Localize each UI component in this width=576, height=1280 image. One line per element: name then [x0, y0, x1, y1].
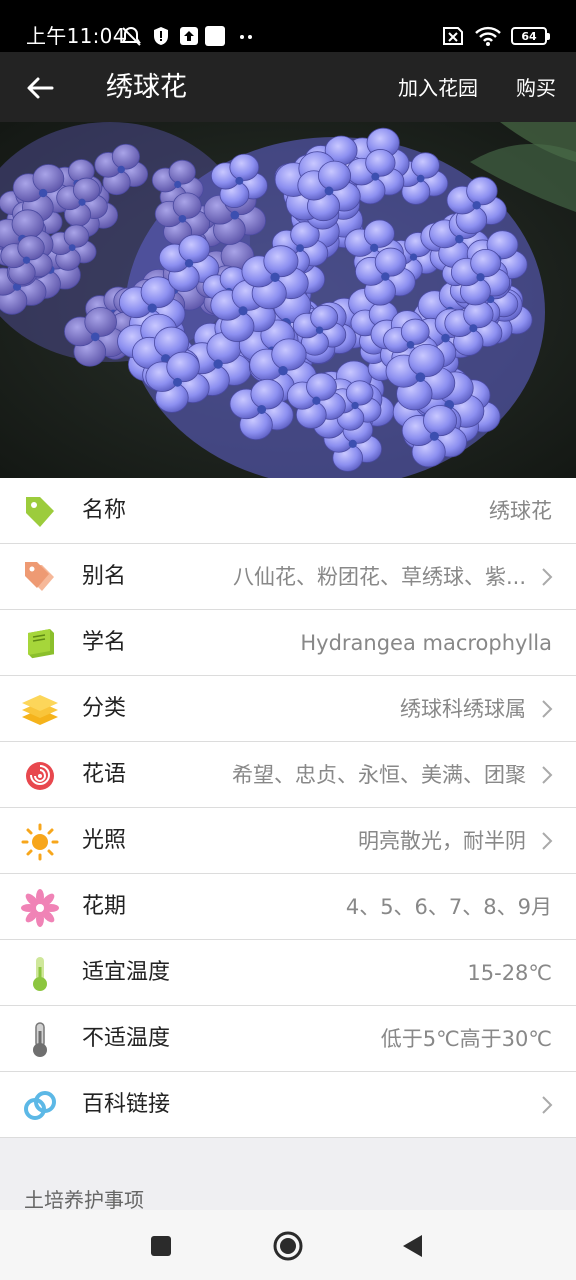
info-row-alias[interactable]: 别名 八仙花、粉团花、草绣球、紫...	[0, 544, 576, 610]
plant-info-list: 名称 绣球花 别名 八仙花、粉团花、草绣球、紫... 学名 Hydrangea …	[0, 478, 576, 1138]
info-value: 八仙花、粉团花、草绣球、紫...	[232, 565, 526, 589]
thermometer-gray-icon	[33, 1022, 47, 1057]
sun-icon	[21, 823, 59, 861]
info-row-wiki-link[interactable]: 百科链接	[0, 1072, 576, 1138]
info-label: 分类	[82, 696, 127, 721]
home-icon[interactable]	[272, 1230, 304, 1262]
info-row-category[interactable]: 分类 绣球科绣球属	[0, 676, 576, 742]
page-title: 绣球花	[106, 72, 187, 103]
system-nav-bar	[0, 1210, 576, 1280]
chevron-right-icon	[542, 700, 553, 718]
info-value: 低于5℃高于30℃	[380, 1027, 552, 1051]
chevron-right-icon	[542, 832, 553, 850]
info-label: 不适温度	[82, 1026, 171, 1051]
info-label: 别名	[82, 564, 127, 589]
back-triangle-icon[interactable]	[396, 1230, 428, 1262]
shield-alert-icon	[154, 27, 168, 45]
info-value: 明亮散光，耐半阴	[358, 829, 526, 853]
app-bar: 绣球花 加入花园 购买	[0, 52, 576, 122]
info-row-suitable-temp: 适宜温度 15-28℃	[0, 940, 576, 1006]
info-row-flower-language[interactable]: 花语 希望、忠贞、永恒、美满、团聚	[0, 742, 576, 808]
battery-icon: 64	[511, 27, 550, 45]
thermometer-green-icon	[33, 957, 47, 991]
info-row-unsuitable-temp: 不适温度 低于5℃高于30℃	[0, 1006, 576, 1072]
info-value: Hydrangea macrophylla	[300, 631, 552, 655]
flower-icon	[21, 889, 59, 927]
hydrangea-photo	[0, 122, 576, 478]
notification-square-icon	[205, 26, 225, 46]
add-to-garden-button[interactable]: 加入花园	[398, 74, 478, 102]
info-label: 名称	[82, 498, 127, 523]
more-dots-icon	[240, 35, 252, 39]
sim-off-icon	[443, 27, 463, 45]
upload-icon	[180, 27, 198, 45]
info-label: 适宜温度	[82, 960, 171, 985]
status-bar: 上午11:04 64	[0, 0, 576, 52]
recent-apps-icon[interactable]	[145, 1230, 177, 1262]
book-icon	[27, 629, 55, 660]
rose-icon	[26, 762, 54, 790]
info-row-name: 名称 绣球花	[0, 478, 576, 544]
layers-icon	[22, 695, 58, 725]
chevron-right-icon	[542, 1096, 553, 1114]
tag-icon	[26, 497, 54, 527]
info-row-scientific: 学名 Hydrangea macrophylla	[0, 610, 576, 676]
chevron-right-icon	[542, 568, 553, 586]
info-value: 绣球花	[489, 499, 552, 523]
tags-icon	[25, 562, 54, 591]
info-label: 光照	[82, 828, 127, 853]
info-label: 花语	[82, 762, 127, 787]
info-value: 15-28℃	[467, 961, 552, 985]
info-value: 绣球科绣球属	[400, 697, 526, 721]
info-label: 学名	[82, 630, 127, 655]
status-time: 上午11:04	[26, 24, 126, 48]
buy-button[interactable]: 购买	[516, 74, 556, 102]
wifi-icon	[475, 26, 501, 46]
link-icon	[24, 1091, 56, 1120]
back-arrow-icon[interactable]	[24, 72, 56, 104]
mute-alarm-icon	[121, 26, 141, 46]
info-row-light[interactable]: 光照 明亮散光，耐半阴	[0, 808, 576, 874]
info-label: 百科链接	[82, 1092, 171, 1117]
info-row-bloom-period: 花期 4、5、6、7、8、9月	[0, 874, 576, 940]
chevron-right-icon	[542, 766, 553, 784]
info-label: 花期	[82, 894, 127, 919]
battery-level: 64	[511, 27, 547, 45]
info-value: 4、5、6、7、8、9月	[345, 895, 552, 919]
info-value: 希望、忠贞、永恒、美满、团聚	[232, 763, 526, 787]
